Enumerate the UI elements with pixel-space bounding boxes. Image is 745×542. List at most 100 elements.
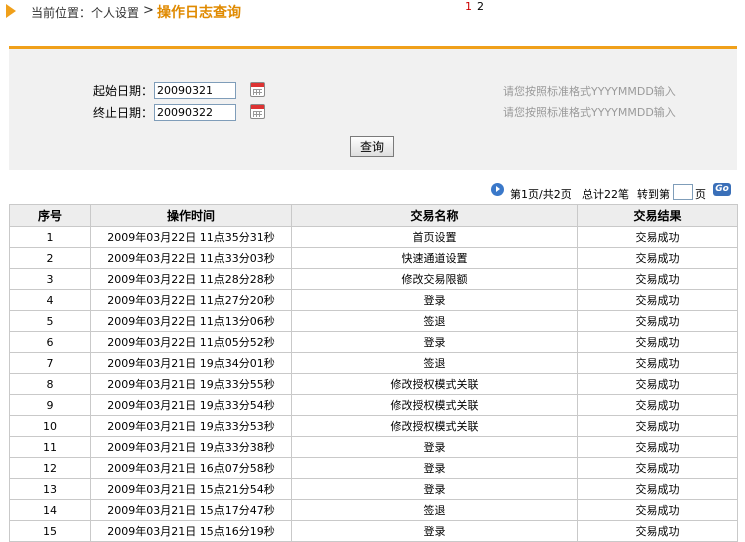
cell-index: 1 <box>9 226 91 248</box>
go-button[interactable]: Go <box>713 183 731 196</box>
goto-prefix: 转到第 <box>637 188 670 201</box>
cell-time: 2009年03月21日 19点33分54秒 <box>90 394 292 416</box>
cell-time: 2009年03月22日 11点28分28秒 <box>90 268 292 290</box>
cell-transaction: 签退 <box>291 310 578 332</box>
cell-index: 8 <box>9 373 91 395</box>
cell-transaction: 修改授权模式关联 <box>291 415 578 437</box>
header-transaction: 交易名称 <box>291 204 578 227</box>
cell-transaction: 登录 <box>291 289 578 311</box>
breadcrumb-separator: > <box>143 3 154 18</box>
cell-time: 2009年03月21日 16点07分58秒 <box>90 457 292 479</box>
cell-result: 交易成功 <box>577 352 738 374</box>
cell-result: 交易成功 <box>577 226 738 248</box>
log-table: 序号 操作时间 交易名称 交易结果 1 2009年03月22日 11点35分31秒… <box>9 204 738 542</box>
cell-transaction: 登录 <box>291 331 578 353</box>
cell-result: 交易成功 <box>577 373 738 395</box>
table-row: 8 2009年03月21日 19点33分55秒 修改授权模式关联 交易成功 <box>9 373 738 395</box>
cell-index: 10 <box>9 415 91 437</box>
cell-time: 2009年03月22日 11点13分06秒 <box>90 310 292 332</box>
next-page-icon[interactable] <box>491 183 504 196</box>
cell-transaction: 修改交易限额 <box>291 268 578 290</box>
table-row: 2 2009年03月22日 11点33分03秒 快速通道设置 交易成功 <box>9 247 738 269</box>
breadcrumb-arrow-icon <box>6 4 16 18</box>
header-index: 序号 <box>9 204 91 227</box>
page-link-1[interactable]: 1 <box>465 0 472 16</box>
table-row: 5 2009年03月22日 11点13分06秒 签退 交易成功 <box>9 310 738 332</box>
cell-result: 交易成功 <box>577 499 738 521</box>
goto-suffix: 页 <box>695 188 706 201</box>
table-row: 3 2009年03月22日 11点28分28秒 修改交易限额 交易成功 <box>9 268 738 290</box>
cell-result: 交易成功 <box>577 289 738 311</box>
breadcrumb-path: 当前位置：个人设置 <box>31 6 140 20</box>
table-row: 1 2009年03月22日 11点35分31秒 首页设置 交易成功 <box>9 226 738 248</box>
page-title: 操作日志查询 <box>157 5 241 21</box>
query-button[interactable]: 查询 <box>350 136 394 157</box>
cell-result: 交易成功 <box>577 478 738 500</box>
cell-transaction: 修改授权模式关联 <box>291 373 578 395</box>
table-row: 10 2009年03月21日 19点33分53秒 修改授权模式关联 交易成功 <box>9 415 738 437</box>
table-row: 4 2009年03月22日 11点27分20秒 登录 交易成功 <box>9 289 738 311</box>
cell-time: 2009年03月22日 11点33分03秒 <box>90 247 292 269</box>
cell-transaction: 首页设置 <box>291 226 578 248</box>
cell-transaction: 签退 <box>291 352 578 374</box>
cell-time: 2009年03月21日 15点21分54秒 <box>90 478 292 500</box>
cell-transaction: 登录 <box>291 520 578 542</box>
end-date-label: 终止日期： <box>93 106 154 120</box>
cell-result: 交易成功 <box>577 268 738 290</box>
cell-time: 2009年03月21日 15点16分19秒 <box>90 520 292 542</box>
table-row: 6 2009年03月22日 11点05分52秒 登录 交易成功 <box>9 331 738 353</box>
cell-index: 7 <box>9 352 91 374</box>
start-date-label: 起始日期： <box>93 84 154 98</box>
cell-index: 13 <box>9 478 91 500</box>
page-status: 第1页/共2页 <box>510 188 572 201</box>
cell-result: 交易成功 <box>577 310 738 332</box>
cell-result: 交易成功 <box>577 436 738 458</box>
cell-index: 9 <box>9 394 91 416</box>
table-header-row: 序号 操作时间 交易名称 交易结果 <box>9 204 738 227</box>
cell-result: 交易成功 <box>577 247 738 269</box>
cell-index: 4 <box>9 289 91 311</box>
breadcrumb: 当前位置：个人设置 > 操作日志查询 <box>0 0 745 24</box>
page-link-2[interactable]: 2 <box>477 0 484 16</box>
table-row: 7 2009年03月21日 19点34分01秒 签退 交易成功 <box>9 352 738 374</box>
start-date-hint: 请您按照标准格式YYYYMMDD输入 <box>503 85 676 98</box>
table-row: 12 2009年03月21日 16点07分58秒 登录 交易成功 <box>9 457 738 479</box>
cell-time: 2009年03月22日 11点27分20秒 <box>90 289 292 311</box>
cell-time: 2009年03月22日 11点35分31秒 <box>90 226 292 248</box>
cell-index: 12 <box>9 457 91 479</box>
cell-result: 交易成功 <box>577 394 738 416</box>
cell-result: 交易成功 <box>577 331 738 353</box>
cell-transaction: 登录 <box>291 478 578 500</box>
cell-result: 交易成功 <box>577 457 738 479</box>
cell-time: 2009年03月21日 19点34分01秒 <box>90 352 292 374</box>
table-row: 14 2009年03月21日 15点17分47秒 签退 交易成功 <box>9 499 738 521</box>
header-time: 操作时间 <box>90 204 292 227</box>
cell-index: 15 <box>9 520 91 542</box>
cell-index: 6 <box>9 331 91 353</box>
cell-transaction: 登录 <box>291 457 578 479</box>
cell-index: 14 <box>9 499 91 521</box>
header-result: 交易结果 <box>577 204 738 227</box>
cell-time: 2009年03月22日 11点05分52秒 <box>90 331 292 353</box>
cell-time: 2009年03月21日 19点33分55秒 <box>90 373 292 395</box>
cell-index: 11 <box>9 436 91 458</box>
table-row: 15 2009年03月21日 15点16分19秒 登录 交易成功 <box>9 520 738 542</box>
start-date-input[interactable] <box>154 82 236 99</box>
cell-index: 3 <box>9 268 91 290</box>
cell-time: 2009年03月21日 19点33分38秒 <box>90 436 292 458</box>
cell-index: 2 <box>9 247 91 269</box>
cell-transaction: 登录 <box>291 436 578 458</box>
end-date-input[interactable] <box>154 104 236 121</box>
cell-index: 5 <box>9 310 91 332</box>
end-date-hint: 请您按照标准格式YYYYMMDD输入 <box>503 106 676 119</box>
cell-result: 交易成功 <box>577 415 738 437</box>
end-calendar-icon[interactable] <box>250 104 265 119</box>
cell-transaction: 修改授权模式关联 <box>291 394 578 416</box>
table-row: 11 2009年03月21日 19点33分38秒 登录 交易成功 <box>9 436 738 458</box>
start-calendar-icon[interactable] <box>250 82 265 97</box>
cell-transaction: 签退 <box>291 499 578 521</box>
total-count: 总计22笔 <box>582 188 629 201</box>
query-panel: 起始日期： 请您按照标准格式YYYYMMDD输入 终止日期： 请您按照标准格式Y… <box>9 46 737 170</box>
goto-page-input[interactable] <box>673 184 693 200</box>
cell-transaction: 快速通道设置 <box>291 247 578 269</box>
